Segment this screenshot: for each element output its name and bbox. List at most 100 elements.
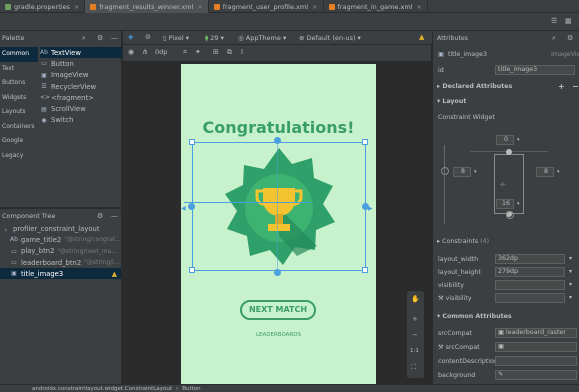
warning-icon[interactable]: ▲ [419,33,424,41]
zoom-in-icon[interactable]: + [412,315,418,323]
palette-category-text[interactable]: Text [0,62,38,77]
anchor-top[interactable] [274,137,281,144]
editor-tab[interactable]: fragment_in_game.xml × [324,0,428,13]
margin-top-field[interactable]: 0 [496,135,514,145]
remove-attribute-icon[interactable]: − [572,82,579,91]
align-icon[interactable]: ⧉ [227,48,232,57]
locale-selector[interactable]: ⊕ Default (en-us) ▾ [299,34,361,42]
minimize-icon[interactable]: — [111,212,118,220]
theme-selector[interactable]: ◎ AppTheme ▾ [238,34,286,42]
visibility-field[interactable] [495,280,565,290]
design-canvas[interactable]: ◉ ⋔ 0dp ⌗ ✦ ⊞ ⧉ I Congratulations! NEXT … [123,45,431,392]
palette-category-common[interactable]: Common [0,47,38,62]
editor-tab[interactable]: fragment_user_profile.xml × [209,0,324,13]
bias-handle-icon[interactable] [441,167,449,175]
dropdown-icon[interactable]: ▾ [569,255,572,262]
dropdown-icon[interactable]: ▾ [569,281,572,288]
selection-box[interactable] [192,142,366,271]
add-attribute-icon[interactable]: + [558,82,565,91]
layout-section[interactable]: ▾ Layout [433,95,579,107]
palette-item[interactable]: ▤ ScrollView [40,103,122,114]
device-selector[interactable]: ▯ Pixel ▾ [163,34,189,42]
leaderboards-link[interactable]: LEADERBOARDS [181,332,376,338]
magnet-icon[interactable]: ⋔ [142,48,148,56]
zoom-fit-icon[interactable]: ⛶ [411,363,416,372]
code-view-icon[interactable]: ☰ [551,17,557,25]
vertical-bias-slider[interactable] [444,145,445,224]
close-icon[interactable]: × [74,3,79,11]
resize-handle-bottom-left[interactable] [189,267,195,273]
margin-right-field[interactable]: 8 [536,167,554,177]
anchor-bottom[interactable] [274,269,281,276]
dropdown-icon[interactable]: ▾ [517,137,520,143]
status-leaf[interactable]: Button [182,386,200,392]
common-attributes-section[interactable]: ▾ Common Attributes [433,310,579,322]
layers-icon[interactable]: ◈ [128,33,133,41]
resize-handle-bottom-right[interactable] [362,267,368,273]
close-icon[interactable]: × [312,3,317,11]
margin-bottom-field[interactable]: 16 [496,199,514,209]
pack-icon[interactable]: I [241,48,243,56]
tools-srccompat-field[interactable]: ▣ [495,342,577,352]
default-margin[interactable]: 0dp [155,48,167,56]
resize-handle-top-left[interactable] [189,139,195,145]
palette-category-legacy[interactable]: Legacy [0,149,38,164]
minimize-icon[interactable]: — [111,34,118,42]
palette-category-widgets[interactable]: Widgets [0,91,38,106]
resize-handle-top-right[interactable] [362,139,368,145]
palette-item[interactable]: ▣ ImageView [40,70,122,81]
tools-visibility-field[interactable] [495,293,565,303]
zoom-out-icon[interactable]: − [412,331,418,339]
srccompat-field[interactable]: ▣ leaderboard_raster [495,328,577,338]
congratulations-heading[interactable]: Congratulations! [181,118,376,137]
palette-item[interactable]: ▭ Button [40,58,122,69]
guidelines-icon[interactable]: ⊞ [213,48,219,56]
margin-left-field[interactable]: 8 [453,167,471,177]
dropdown-icon[interactable]: ▾ [474,169,477,175]
eye-icon[interactable]: ◉ [128,48,134,56]
gear-icon[interactable]: ⚙ [97,212,103,220]
design-view-icon[interactable]: ▦ [565,17,572,25]
api-selector[interactable]: ⧫ 29 ▾ [205,34,224,42]
blueprint-icon[interactable]: ⊘ [145,33,151,41]
palette-category-google[interactable]: Google [0,134,38,149]
infer-constraints-icon[interactable]: ✦ [195,48,201,56]
dropdown-icon[interactable]: ▾ [569,294,572,301]
layout-width-field[interactable]: 362dp [495,254,565,264]
palette-item[interactable]: ◉ Switch [40,115,122,126]
tree-item[interactable]: ⌞ profiler_constraint_layout [0,223,121,234]
widget-anchor-top[interactable] [506,149,512,155]
dropdown-icon[interactable]: ▾ [557,169,560,175]
dropdown-icon[interactable]: ▾ [569,268,572,275]
anchor-left[interactable] [188,203,195,210]
status-path[interactable]: androidx.constraintlayout.widget.Constra… [32,386,172,392]
constraints-section[interactable]: ▸ Constraints (4) [433,235,579,247]
palette-category-containers[interactable]: Containers [0,120,38,135]
size-mode-icon[interactable]: ⊹ [500,181,505,188]
tree-item[interactable]: ▭ play_btn2 "@string/next_ma... [0,246,121,257]
id-field[interactable]: title_image3 [495,65,575,75]
close-icon[interactable]: × [197,3,202,11]
close-icon[interactable]: × [417,3,422,11]
declared-attributes-section[interactable]: ▸ Declared Attributes + − [433,80,579,92]
editor-tab[interactable]: fragment_results_winner.xml × [85,0,209,13]
gear-icon[interactable]: ⚙ [97,34,103,42]
tree-item[interactable]: ▭ leaderboard_btn2 "@string/l... [0,257,121,268]
palette-item[interactable]: Ab TextView [40,47,122,59]
palette-category-layouts[interactable]: Layouts [0,105,38,120]
tree-item[interactable]: Ab game_title2 "@string/congrat... [0,234,121,245]
bias-bottom-icon[interactable] [506,211,514,219]
palette-category-buttons[interactable]: Buttons [0,76,38,91]
warning-icon[interactable]: ▲ [112,270,117,278]
content-description-field[interactable] [495,356,577,366]
gear-icon[interactable]: ⚙ [567,34,573,42]
background-field[interactable]: ✎ [495,370,577,380]
next-match-button[interactable]: NEXT MATCH [240,300,316,320]
search-icon[interactable]: ⌕ [552,34,556,43]
dropdown-icon[interactable]: ▾ [517,201,520,207]
layout-height-field[interactable]: 279dp [495,267,565,277]
palette-item[interactable]: ☰ RecyclerView [40,81,122,92]
palette-item[interactable]: <> <fragment> [40,92,122,103]
zoom-actual-icon[interactable]: 1:1 [410,348,419,354]
pan-icon[interactable]: ✋ [411,295,420,303]
